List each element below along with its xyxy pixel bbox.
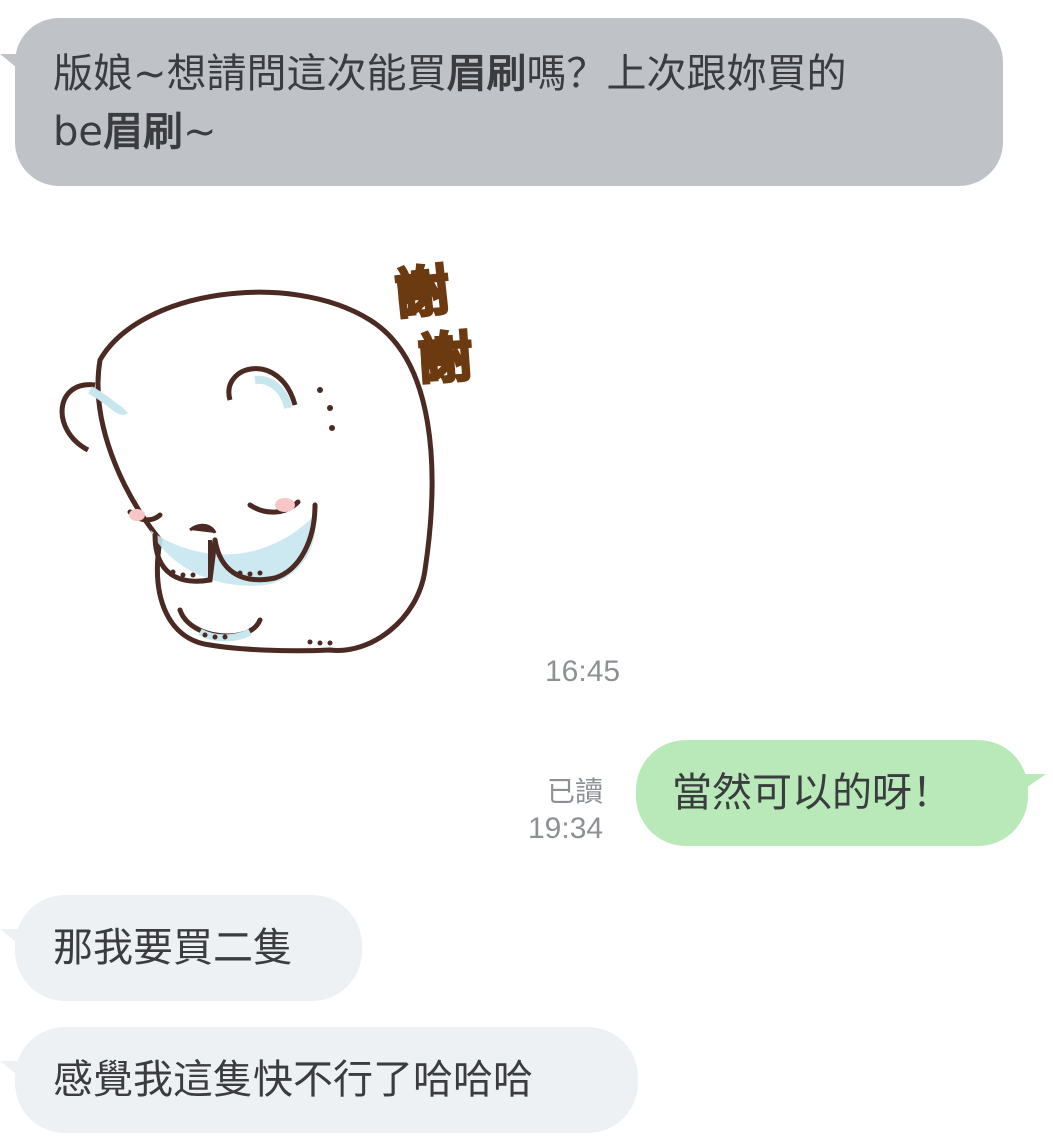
message-text: 當然可以的呀！	[672, 770, 952, 816]
incoming-message-bubble[interactable]: 版娘~想請問這次能買眉刷嗎？上次跟妳買的 be眉刷~	[15, 18, 1003, 186]
message-text: 版娘~想請問這次能買	[53, 51, 447, 97]
message-text: 嗎？上次跟妳買的	[526, 51, 847, 97]
bubble-tail	[0, 1061, 22, 1079]
read-receipt: 已讀	[547, 775, 604, 808]
message-text: be	[53, 109, 103, 155]
message-line-2: be眉刷~	[53, 103, 1003, 161]
message-text: 感覺我這隻快不行了哈哈哈	[53, 1057, 533, 1103]
sticker[interactable]: 謝 謝	[40, 240, 500, 670]
bubble-tail	[0, 54, 22, 72]
bubble-tail	[0, 929, 22, 947]
incoming-message-bubble[interactable]: 那我要買二隻	[15, 895, 362, 1001]
sticker-text-bottom: 謝	[415, 324, 476, 394]
message-line-1: 版娘~想請問這次能買眉刷嗎？上次跟妳買的	[53, 45, 1003, 103]
outgoing-timestamp: 19:34	[528, 812, 604, 845]
message-bold-keyword: 眉刷	[103, 109, 183, 155]
message-text: ~	[183, 109, 217, 155]
message-text: 那我要買二隻	[53, 925, 293, 971]
incoming-message-bubble[interactable]: 感覺我這隻快不行了哈哈哈	[15, 1027, 638, 1133]
bubble-tail	[1020, 774, 1046, 792]
sticker-timestamp: 16:45	[545, 655, 621, 688]
message-bold-keyword: 眉刷	[446, 51, 527, 97]
outgoing-message-bubble[interactable]: 當然可以的呀！	[636, 740, 1028, 846]
